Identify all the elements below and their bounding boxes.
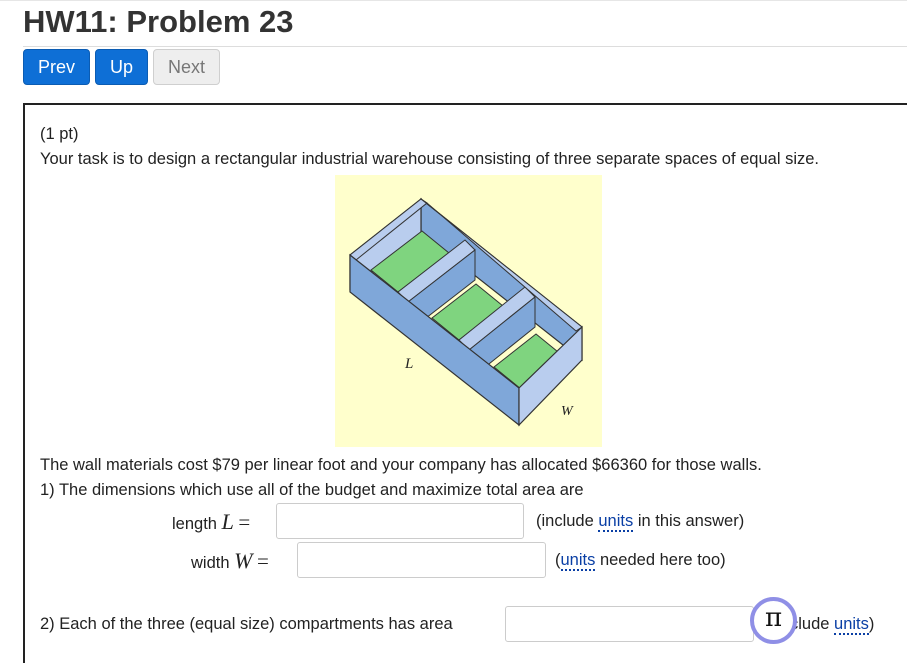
units-link[interactable]: units bbox=[598, 512, 634, 532]
length-prompt: length L = bbox=[172, 509, 250, 535]
area-units-hint: clude units) bbox=[790, 615, 875, 635]
question-2-text: 2) Each of the three (equal size) compar… bbox=[40, 615, 453, 633]
hint-text: in this answer) bbox=[633, 512, 745, 530]
top-border bbox=[0, 0, 907, 1]
units-link[interactable]: units bbox=[560, 551, 596, 571]
title-divider bbox=[23, 46, 907, 47]
hint-text: needed here too) bbox=[595, 551, 726, 569]
length-label: L bbox=[404, 356, 413, 372]
hint-text: ) bbox=[868, 615, 875, 633]
width-variable: W bbox=[234, 548, 253, 573]
hint-text: ( bbox=[555, 551, 561, 569]
equals-sign: = bbox=[238, 510, 251, 534]
prev-button[interactable]: Prev bbox=[23, 49, 90, 85]
task-text: Your task is to design a rectangular ind… bbox=[40, 150, 820, 168]
length-word: length bbox=[172, 515, 217, 533]
page-title: HW11: Problem 23 bbox=[23, 4, 294, 39]
next-button: Next bbox=[153, 49, 220, 85]
equals-sign: = bbox=[257, 549, 269, 573]
area-answer-input[interactable] bbox=[505, 606, 754, 642]
hint-text: (include bbox=[536, 512, 599, 530]
warehouse-figure: L W bbox=[335, 175, 602, 447]
length-units-hint: (include units in this answer) bbox=[536, 512, 745, 532]
up-button[interactable]: Up bbox=[95, 49, 148, 85]
width-word: width bbox=[191, 554, 230, 572]
question-1-text: 1) The dimensions which use all of the b… bbox=[40, 481, 584, 499]
length-answer-input[interactable] bbox=[276, 503, 524, 539]
warehouse-diagram: L W bbox=[349, 197, 583, 427]
width-units-hint: (units needed here too) bbox=[555, 551, 726, 571]
problem-panel: (1 pt) Your task is to design a rectangu… bbox=[23, 103, 907, 663]
pi-icon[interactable]: π bbox=[750, 597, 797, 644]
width-label: W bbox=[561, 404, 574, 419]
length-variable: L bbox=[221, 509, 234, 534]
width-answer-input[interactable] bbox=[297, 542, 546, 578]
units-link[interactable]: units bbox=[834, 615, 869, 635]
points-label: (1 pt) bbox=[40, 125, 79, 143]
width-prompt: width W = bbox=[191, 548, 269, 574]
cost-text: The wall materials cost $79 per linear f… bbox=[40, 456, 762, 474]
